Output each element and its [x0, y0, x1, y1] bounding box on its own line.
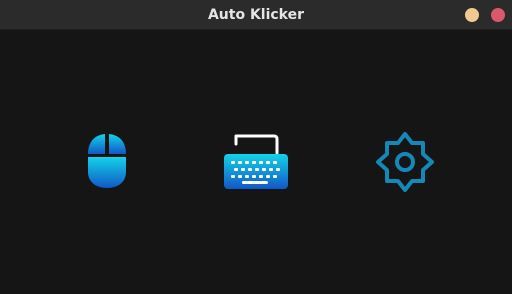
keyboard-clicker-button[interactable] — [222, 132, 290, 192]
close-button[interactable] — [491, 8, 505, 22]
minimize-button[interactable] — [465, 8, 479, 22]
main-panel — [0, 30, 512, 294]
title-bar[interactable]: Auto Klicker — [0, 0, 512, 30]
keyboard-icon — [224, 134, 288, 189]
mouse-icon — [88, 134, 126, 188]
gear-icon — [376, 132, 434, 192]
mouse-clicker-button[interactable] — [86, 132, 128, 190]
window-title: Auto Klicker — [207, 7, 305, 23]
app-window: Auto Klicker — [0, 0, 512, 294]
settings-button[interactable] — [374, 131, 436, 193]
